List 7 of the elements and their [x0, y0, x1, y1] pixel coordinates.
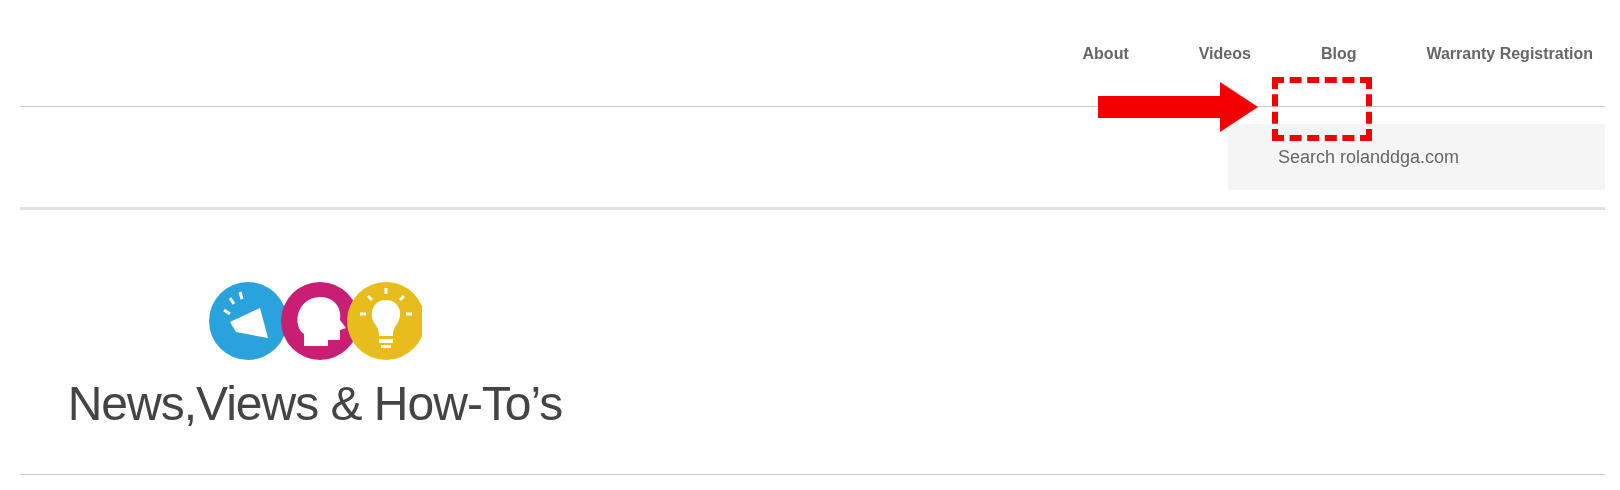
nav-link[interactable]: About [1082, 45, 1129, 63]
nav-link[interactable]: Videos [1198, 45, 1251, 63]
nav-link[interactable]: Blog [1320, 45, 1357, 63]
nav-link[interactable]: Warranty Registration [1426, 45, 1593, 63]
search-field[interactable]: Search rolanddga.com [1228, 124, 1605, 190]
arrow-icon [1098, 82, 1258, 132]
blog-title: News,Views & How-To’s [67, 376, 563, 431]
